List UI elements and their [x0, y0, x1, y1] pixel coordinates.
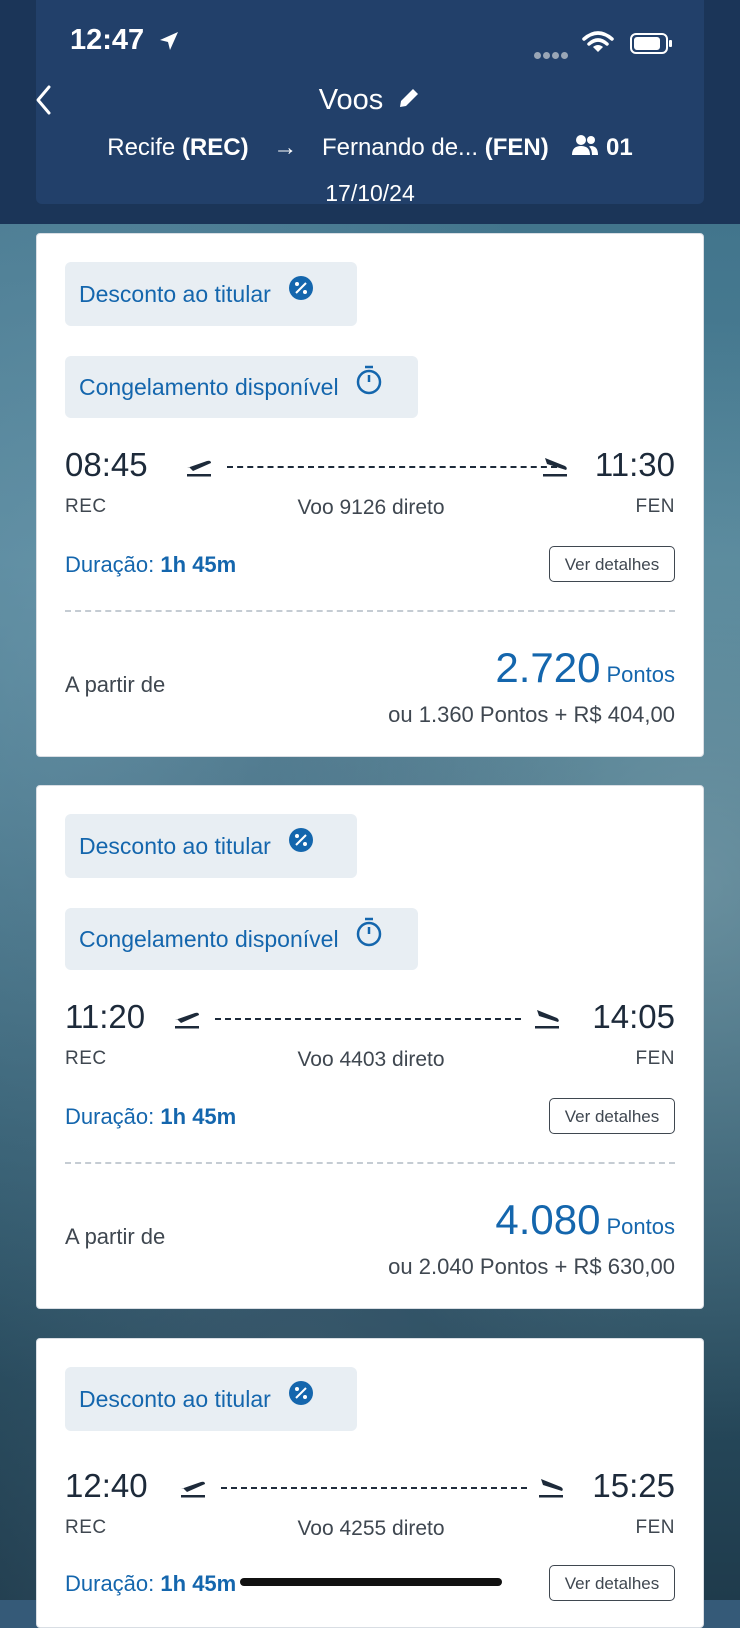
page-title-row: Voos	[0, 84, 740, 118]
divider	[65, 610, 675, 612]
location-arrow-icon	[158, 30, 180, 57]
flight-number: Voo 4403 direto	[297, 1048, 445, 1071]
landing-icon	[537, 1475, 565, 1504]
price-points: 4.080 Pontos	[495, 1196, 675, 1243]
flight-path-line	[215, 1018, 521, 1020]
arrival-time: 14:05	[592, 998, 675, 1035]
discount-badge: Desconto ao titular	[65, 1367, 357, 1431]
landing-icon	[533, 1006, 561, 1035]
departure-time: 08:45	[65, 446, 148, 483]
discount-badge: Desconto ao titular	[65, 814, 357, 878]
route-summary: Recife (REC) → Fernando de... (FEN) 01	[0, 134, 740, 163]
arrival-time: 15:25	[592, 1467, 675, 1504]
takeoff-icon	[173, 1006, 201, 1035]
details-button[interactable]: Ver detalhes	[549, 1565, 675, 1601]
page-title: Voos	[318, 84, 384, 116]
origin-city: Recife	[107, 134, 176, 161]
destination-code: FEN	[635, 1048, 675, 1069]
origin-code: (REC)	[181, 134, 249, 161]
battery-icon	[630, 32, 674, 61]
route-arrow-icon: →	[273, 134, 298, 161]
discount-badge: Desconto ao titular	[65, 262, 357, 326]
arrival-time: 11:30	[594, 446, 675, 483]
divider	[65, 1162, 675, 1164]
status-time: 12:47	[70, 24, 145, 56]
header: 12:47 Voos Recife (REC) → Fernando de...…	[0, 0, 740, 224]
freeze-badge: Congelamento disponível	[65, 356, 418, 418]
timer-icon	[355, 356, 383, 418]
status-bar: 12:47	[0, 0, 740, 90]
price-alternative: ou 2.040 Pontos + R$ 630,00	[388, 1254, 675, 1279]
discount-percent-icon	[287, 262, 315, 326]
home-indicator[interactable]	[240, 1578, 502, 1586]
flight-number: Voo 9126 direto	[297, 496, 445, 519]
destination-code: FEN	[635, 496, 675, 517]
origin-code: REC	[65, 496, 107, 517]
flight-path-line	[227, 466, 557, 468]
wifi-icon	[582, 30, 614, 59]
destination-city: Fernando de...	[321, 134, 479, 161]
price-points: 2.720 Pontos	[495, 644, 675, 691]
freeze-badge: Congelamento disponível	[65, 908, 418, 970]
duration: Duração: 1h 45m	[65, 1571, 237, 1596]
discount-percent-icon	[287, 814, 315, 878]
details-button[interactable]: Ver detalhes	[549, 1098, 675, 1134]
destination-code: FEN	[635, 1517, 675, 1538]
departure-time: 11:20	[65, 998, 146, 1035]
duration: Duração: 1h 45m	[65, 552, 237, 577]
duration: Duração: 1h 45m	[65, 1104, 237, 1129]
takeoff-icon	[179, 1475, 207, 1504]
price-from-label: A partir de	[65, 1224, 166, 1249]
price-alternative: ou 1.360 Pontos + R$ 404,00	[388, 702, 675, 727]
flight-card[interactable]: Desconto ao titular Congelamento disponí…	[36, 785, 704, 1309]
passenger-count: 01	[606, 134, 633, 161]
edit-pencil-icon[interactable]	[397, 85, 421, 118]
price-from-label: A partir de	[65, 672, 166, 697]
passengers-icon	[571, 134, 599, 163]
discount-percent-icon	[287, 1367, 315, 1431]
departure-time: 12:40	[65, 1467, 148, 1504]
origin-code: REC	[65, 1048, 107, 1069]
travel-date: 17/10/24	[325, 180, 415, 206]
signal-icon	[534, 46, 570, 64]
takeoff-icon	[185, 454, 213, 483]
landing-icon	[541, 454, 569, 483]
flight-card[interactable]: Desconto ao titular Congelamento disponí…	[36, 233, 704, 757]
flight-path-line	[221, 1487, 527, 1489]
flight-number: Voo 4255 direto	[297, 1517, 445, 1540]
origin-code: REC	[65, 1517, 107, 1538]
timer-icon	[355, 908, 383, 970]
destination-code: (FEN)	[484, 134, 549, 161]
details-button[interactable]: Ver detalhes	[549, 546, 675, 582]
